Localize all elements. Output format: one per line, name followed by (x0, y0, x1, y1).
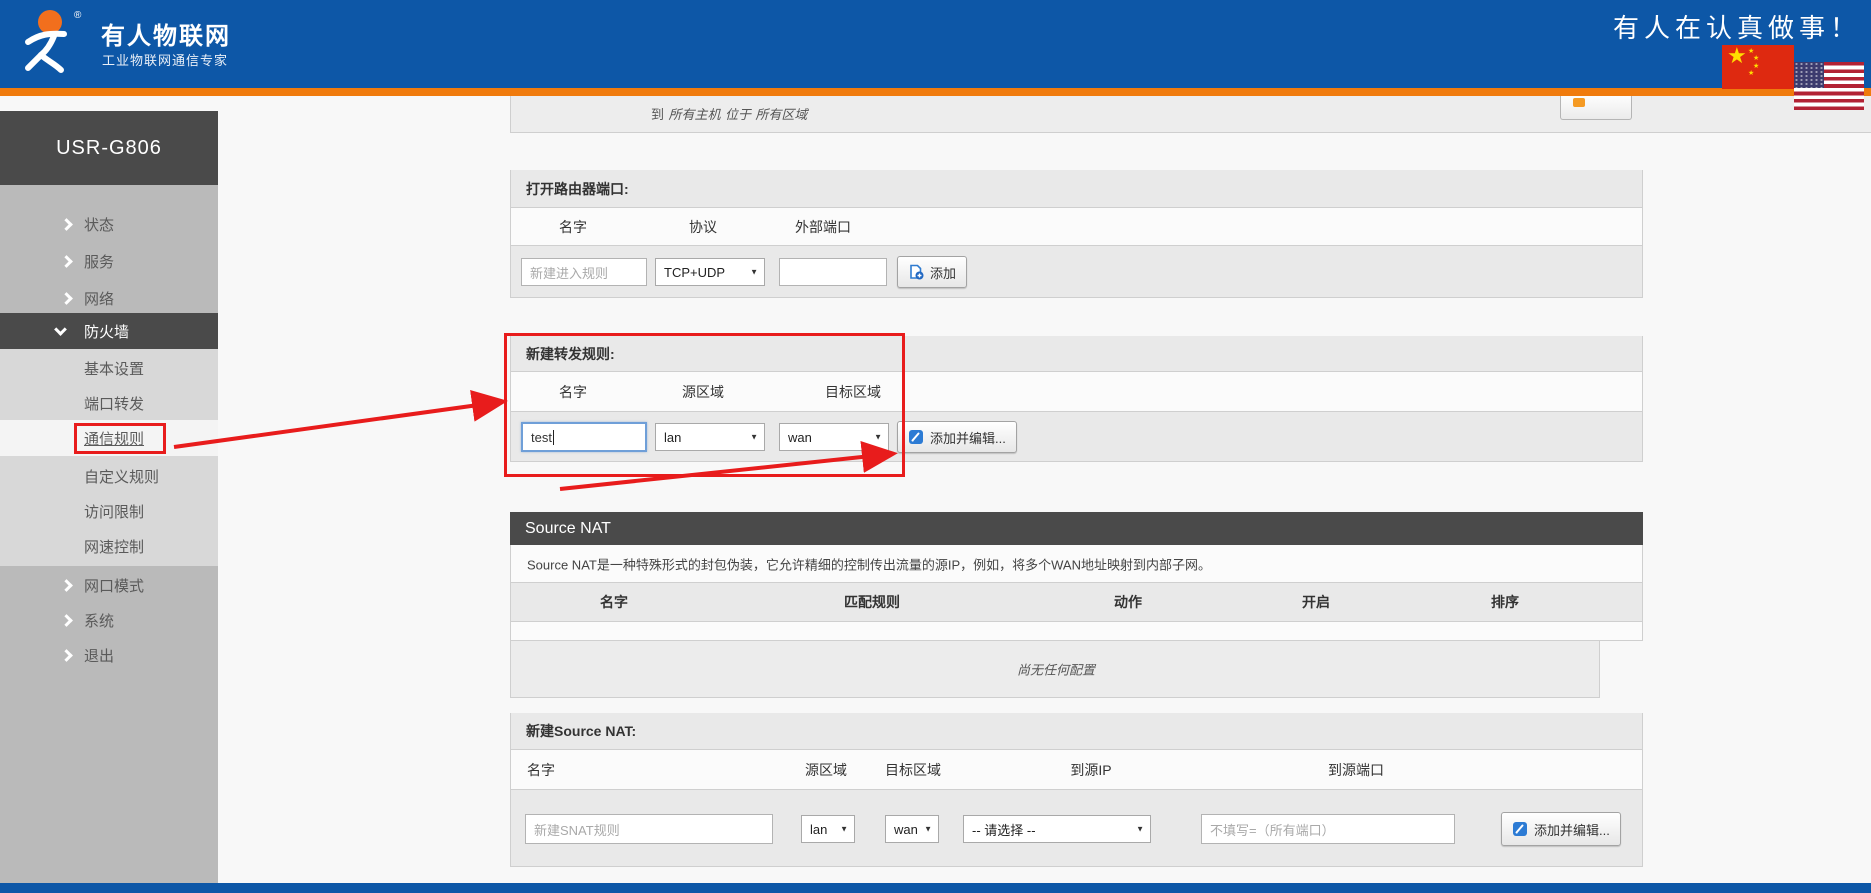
chevron-right-icon (60, 218, 73, 231)
sidebar-item-system[interactable]: 系统 (0, 602, 218, 638)
col-to-source-ip: 到源IP (1070, 760, 1111, 780)
device-model-title: USR-G806 (0, 111, 218, 185)
protocol-select[interactable]: TCP+UDP ▼ (655, 258, 765, 286)
add-button[interactable]: 添加 (897, 256, 967, 288)
usa-flag-icon[interactable] (1794, 62, 1864, 110)
col-protocol: 协议 (689, 217, 717, 237)
col-dest-zone: 目标区域 (885, 760, 941, 780)
snat-source-zone-select[interactable]: lan ▼ (801, 815, 855, 843)
arrow-to-forward-section (174, 402, 500, 447)
col-external-port: 外部端口 (795, 217, 851, 237)
add-document-icon (908, 264, 924, 280)
brand-subtitle: 工业物联网通信专家 (102, 50, 228, 69)
new-snat-title: 新建Source NAT: (526, 721, 636, 741)
usr-logo-icon: ® (14, 6, 92, 76)
dropdown-arrow-icon: ▼ (874, 433, 882, 442)
partial-edit-button[interactable] (1560, 96, 1632, 120)
snat-name-input[interactable]: 新建SNAT规则 (525, 814, 773, 844)
forward-source-zone-select[interactable]: lan ▼ (655, 423, 765, 451)
edit-pen-icon (908, 429, 924, 445)
dropdown-arrow-icon: ▼ (750, 268, 758, 277)
external-port-input[interactable] (779, 258, 887, 286)
chevron-right-icon (60, 649, 73, 662)
sidebar-item-firewall[interactable]: 防火墙 (0, 313, 218, 349)
china-flag-icon[interactable]: ★ ★ ★ ★ ★ (1722, 45, 1794, 89)
sidebar-subitem-access-restriction[interactable]: 访问限制 (0, 493, 218, 529)
brand-title: 有人物联网 (101, 16, 231, 51)
forward-name-input[interactable]: test (521, 422, 647, 452)
edit-icon (1573, 98, 1585, 107)
sidebar-subitem-port-forwards[interactable]: 端口转发 (0, 385, 218, 421)
col-name: 名字 (559, 217, 587, 237)
col-source-zone: 源区域 (805, 760, 847, 780)
chevron-right-icon (60, 614, 73, 627)
col-dest-zone: 目标区域 (825, 382, 881, 402)
sidebar-subitem-speed-control[interactable]: 网速控制 (0, 528, 218, 564)
forward-dest-zone-select[interactable]: wan ▼ (779, 423, 889, 451)
new-forward-title: 新建转发规则: (526, 344, 615, 364)
dropdown-arrow-icon: ▼ (840, 825, 848, 834)
new-source-nat-section: 新建Source NAT: 名字 源区域 目标区域 到源IP 到源端口 新建SN… (510, 713, 1643, 867)
empty-state-row: 尚无任何配置 (510, 641, 1600, 698)
annotation-box-traffic-rules (74, 423, 166, 454)
col-sort: 排序 (1491, 592, 1519, 612)
col-to-source-port: 到源端口 (1328, 760, 1384, 780)
partial-rule-row: 到 所有主机 位于 所有区域 (510, 96, 1871, 133)
sidebar-item-network[interactable]: 网络 (0, 280, 218, 316)
header-slogan: 有人在认真做事！ (1613, 8, 1861, 45)
sidebar-item-logout[interactable]: 退出 (0, 637, 218, 673)
source-nat-title: Source NAT (525, 520, 611, 538)
snat-to-source-port-input[interactable]: 不填写=（所有端口） (1201, 814, 1455, 844)
new-inbound-rule-input[interactable]: 新建进入规则 (521, 258, 647, 286)
chevron-right-icon (60, 579, 73, 592)
col-action: 动作 (1114, 592, 1142, 612)
snat-add-and-edit-button[interactable]: 添加并编辑... (1501, 812, 1621, 846)
source-nat-description: Source NAT是一种特殊形式的封包伪装，它允许精细的控制传出流量的源IP，… (527, 554, 1211, 573)
dropdown-arrow-icon: ▼ (750, 433, 758, 442)
sidebar-item-port-mode[interactable]: 网口模式 (0, 567, 218, 603)
header-accent-stripe (0, 88, 1871, 96)
chevron-right-icon (60, 255, 73, 268)
sidebar-subitem-basic-settings[interactable]: 基本设置 (0, 350, 218, 386)
svg-text:®: ® (74, 10, 82, 21)
empty-state-text: 尚无任何配置 (1017, 660, 1095, 679)
partial-rule-text: 到 所有主机 位于 所有区域 (651, 104, 807, 124)
dropdown-arrow-icon: ▼ (1136, 825, 1144, 834)
col-name: 名字 (600, 592, 628, 612)
col-source-zone: 源区域 (682, 382, 724, 402)
footer-bar (0, 883, 1871, 893)
add-and-edit-button[interactable]: 添加并编辑... (897, 421, 1017, 453)
col-enable: 开启 (1302, 592, 1330, 612)
sidebar-subitem-custom-rules[interactable]: 自定义规则 (0, 458, 218, 494)
col-name: 名字 (559, 382, 587, 402)
snat-to-source-ip-select[interactable]: -- 请选择 -- ▼ (963, 815, 1151, 843)
col-name: 名字 (527, 760, 555, 780)
edit-pen-icon (1512, 821, 1528, 837)
open-router-ports-section: 打开路由器端口: 名字 协议 外部端口 新建进入规则 TCP+UDP ▼ 添加 (510, 170, 1643, 298)
dropdown-arrow-icon: ▼ (924, 825, 932, 834)
open-ports-title: 打开路由器端口: (526, 179, 629, 199)
source-nat-section: Source NAT Source NAT是一种特殊形式的封包伪装，它允许精细的… (510, 512, 1643, 698)
col-match-rule: 匹配规则 (844, 592, 900, 612)
header-bar (0, 0, 1871, 88)
chevron-down-icon (54, 323, 67, 336)
sidebar-item-services[interactable]: 服务 (0, 243, 218, 279)
text-caret (553, 430, 554, 445)
new-forward-rule-section: 新建转发规则: 名字 源区域 目标区域 test lan ▼ wan ▼ 添加并… (510, 336, 1643, 462)
chevron-right-icon (60, 292, 73, 305)
snat-dest-zone-select[interactable]: wan ▼ (885, 815, 939, 843)
sidebar-item-status[interactable]: 状态 (0, 206, 218, 242)
